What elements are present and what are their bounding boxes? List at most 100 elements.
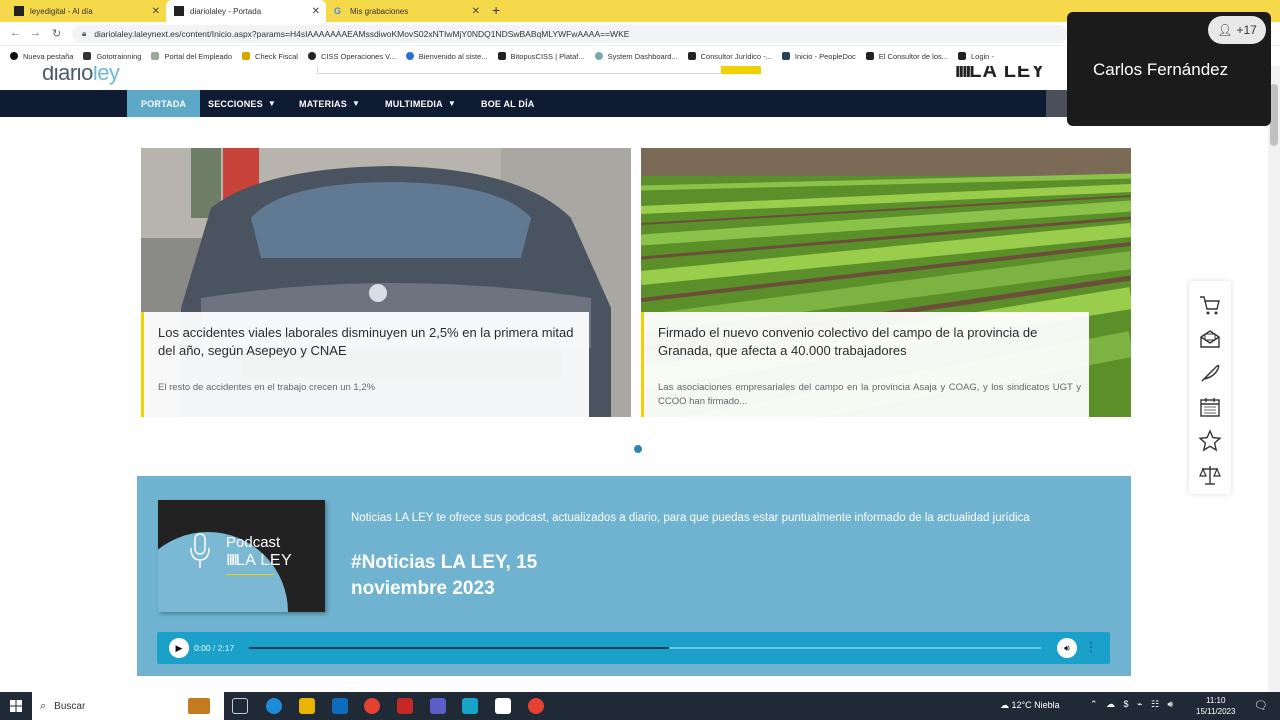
slide-caption: Firmado el nuevo convenio colectivo del … <box>641 312 1089 417</box>
nav-multimedia[interactable]: MULTIMEDIA ▼ <box>385 90 456 117</box>
podcast-thumb-brand: IIIILA LEY <box>226 552 293 569</box>
podcast-thumb-title: Podcast <box>226 534 281 551</box>
edge-icon[interactable] <box>266 698 282 714</box>
laley-icon <box>497 52 506 60</box>
shopping-cart-icon[interactable] <box>1198 293 1222 317</box>
bookmark-item[interactable]: Consultor Jurídico -... <box>687 52 772 61</box>
search-button[interactable] <box>721 66 761 74</box>
star-icon[interactable] <box>1198 429 1222 453</box>
site-logo[interactable]: diarioley <box>42 66 120 86</box>
app-icon[interactable] <box>462 698 478 714</box>
calendar-icon[interactable] <box>1198 395 1222 419</box>
back-arrow-icon[interactable]: ← <box>10 27 21 39</box>
bookmark-item[interactable]: El Consultor de los... <box>865 52 948 61</box>
tab-mis-grabaciones[interactable]: G Mis grabaciones ✕ <box>326 0 486 22</box>
file-explorer-icon[interactable] <box>299 698 315 714</box>
globe-icon <box>307 52 316 60</box>
tab-title: Mis grabaciones <box>350 6 409 16</box>
portal-icon <box>151 52 160 60</box>
feather-pen-icon[interactable] <box>1198 361 1222 385</box>
play-button[interactable]: ▶ <box>169 638 189 658</box>
search-icon: ⌕ <box>40 699 47 712</box>
taskbar-search-input[interactable]: ⌕ Buscar <box>32 692 224 720</box>
laley-icon <box>687 52 696 60</box>
nav-boe-al-dia[interactable]: BOE AL DÍA <box>481 90 535 117</box>
carousel-slide[interactable]: Los accidentes viales laborales disminuy… <box>141 148 631 417</box>
chevron-down-icon: ▼ <box>267 99 276 108</box>
nav-extra-button[interactable] <box>1046 90 1068 117</box>
slide-summary: El resto de accidentes en el trabajo cre… <box>158 382 376 393</box>
close-icon[interactable]: ✕ <box>152 6 160 17</box>
tab-diariolaley[interactable]: diariolaley - Portada ✕ <box>166 0 326 22</box>
bookmark-item[interactable]: Inicio - PeopleDoc <box>781 52 856 61</box>
google-app-icon[interactable] <box>495 698 511 714</box>
url-input[interactable]: 🔒︎ diariolaley.laleynext.es/content/Inic… <box>72 25 1067 43</box>
outlook-icon[interactable] <box>332 698 348 714</box>
podcast-title[interactable]: #Noticias LA LEY, 15 noviembre 2023 <box>351 550 611 602</box>
carousel-slide[interactable]: Firmado el nuevo convenio colectivo del … <box>641 148 1131 417</box>
bookmark-item[interactable]: Portal del Empleado <box>151 52 232 61</box>
google-icon <box>83 52 92 60</box>
more-options-icon[interactable]: ⋮ <box>1085 640 1097 654</box>
audio-progress-slider[interactable] <box>249 647 1041 649</box>
tab-title: leyedigital - Al día <box>30 6 93 16</box>
url-text: diariolaley.laleynext.es/content/Inicio.… <box>94 29 630 39</box>
bookmark-item[interactable]: CISS Operaciones V... <box>307 52 396 61</box>
participants-badge[interactable]: 👤︎ +17 <box>1208 16 1266 44</box>
bookmark-item[interactable]: Gototrainning <box>83 52 141 61</box>
web-page: diarioley IIIILA LEY PORTADA SECCIONES ▼ … <box>0 66 1268 692</box>
lock-icon: 🔒︎ <box>82 29 87 38</box>
laley-icon <box>958 52 966 60</box>
briefcase-icon <box>188 698 210 714</box>
participant-overlay: 👤︎ +17 Carlos Fernández <box>1067 12 1271 126</box>
reload-icon[interactable]: ↻ <box>52 27 61 40</box>
nav-portada[interactable]: PORTADA <box>127 90 201 117</box>
teams-icon[interactable] <box>430 698 446 714</box>
bookmark-item[interactable]: Bienvenido al siste... <box>405 52 488 61</box>
audio-time: 0:00 / 2:17 <box>194 643 235 653</box>
close-icon[interactable]: ✕ <box>472 6 480 17</box>
slide-title[interactable]: Firmado el nuevo convenio colectivo del … <box>658 324 1075 360</box>
bookmark-item[interactable]: Nueva pestaña <box>10 52 73 61</box>
acrobat-icon[interactable] <box>397 698 413 714</box>
nav-materias[interactable]: MATERIAS ▼ <box>299 90 360 117</box>
podcast-thumbnail[interactable]: Podcast IIIILA LEY <box>158 500 325 612</box>
system-tray-icons[interactable]: ⌃ ☁︎ $ ⌁ ☷ 🔊︎ <box>1090 699 1176 710</box>
weather-icon: ☁︎ <box>1000 700 1012 710</box>
newsletter-icon[interactable] <box>1198 327 1222 351</box>
chevron-down-icon: ▼ <box>351 99 361 108</box>
carousel-dot[interactable] <box>634 445 642 453</box>
slide-title[interactable]: Los accidentes viales laborales disminuy… <box>158 324 575 360</box>
scrollbar-thumb[interactable] <box>1270 84 1278 146</box>
slide-caption: Los accidentes viales laborales disminuy… <box>141 312 589 417</box>
tab-leyedigital[interactable]: leyedigital - Al día ✕ <box>6 0 166 22</box>
audio-player: ▶ 0:00 / 2:17 🔊︎ ⋮ <box>157 632 1110 664</box>
bookmark-item[interactable]: Login - <box>958 52 994 61</box>
weather-widget[interactable]: ☁︎ 12°C Niebla <box>1000 700 1060 711</box>
person-icon: 👤︎ <box>1217 23 1233 37</box>
task-view-icon[interactable] <box>232 698 248 714</box>
new-tab-button[interactable]: + <box>492 2 500 18</box>
tab-title: diariolaley - Portada <box>190 6 262 16</box>
forward-arrow-icon[interactable]: → <box>30 27 41 39</box>
laley-brand-logo[interactable]: IIIILA LEY <box>955 66 1046 83</box>
notifications-icon[interactable]: 🗨︎ <box>1254 699 1268 712</box>
close-icon[interactable]: ✕ <box>312 6 320 17</box>
page-scrollbar[interactable] <box>1268 66 1280 692</box>
chevron-down-icon: ▼ <box>447 99 456 108</box>
windows-start-icon[interactable] <box>10 700 22 712</box>
bookmark-item[interactable]: System Dashboard... <box>594 52 678 61</box>
peopledoc-icon <box>781 52 790 60</box>
chrome-active-icon[interactable] <box>528 698 544 714</box>
nav-secciones[interactable]: SECCIONES ▼ <box>208 90 276 117</box>
bookmark-item[interactable]: Check Fiscal <box>242 52 298 61</box>
windows-taskbar: ⌕ Buscar ☁︎ 12°C Niebla ⌃ ☁︎ $ ⌁ ☷ 🔊︎ 11:… <box>0 692 1280 720</box>
site-search-input[interactable] <box>317 66 761 74</box>
scales-of-justice-icon[interactable] <box>1198 463 1222 487</box>
taskbar-clock[interactable]: 11:10 15/11/2023 <box>1196 695 1235 717</box>
slide-summary: Las asociaciones empresariales del campo… <box>658 382 1081 407</box>
volume-button[interactable]: 🔊︎ <box>1057 638 1077 658</box>
podcast-description: Noticias LA LEY te ofrece sus podcast, a… <box>351 512 1030 524</box>
chrome-icon[interactable] <box>364 698 380 714</box>
bookmark-item[interactable]: BitopusCISS | Plataf... <box>497 52 585 61</box>
